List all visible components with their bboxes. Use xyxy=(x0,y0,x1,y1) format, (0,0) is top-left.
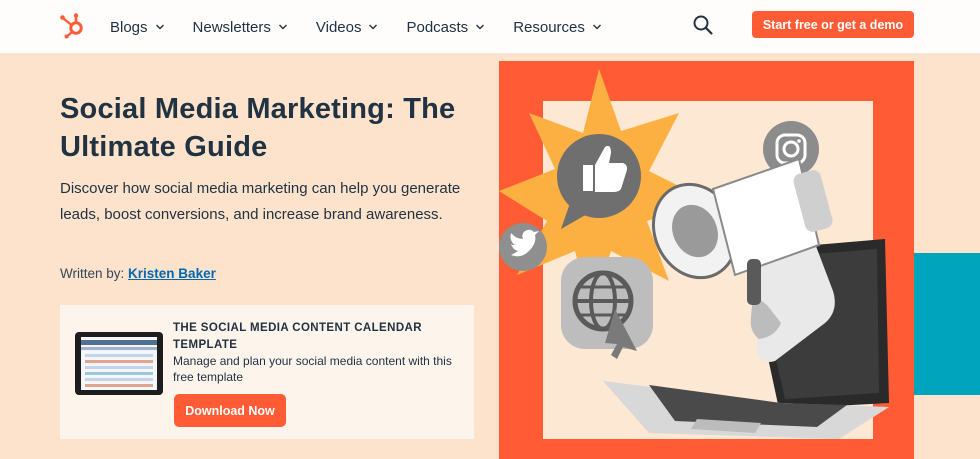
nav-item-videos[interactable]: Videos xyxy=(316,19,379,36)
decorative-strip xyxy=(914,253,980,395)
nav-item-label: Podcasts xyxy=(406,18,469,36)
page-description: Discover how social media marketing can … xyxy=(60,180,461,223)
hero-illustration xyxy=(499,61,914,459)
hubspot-logo-icon[interactable] xyxy=(58,11,86,39)
chevron-down-icon xyxy=(592,24,601,30)
nav-item-blogs[interactable]: Blogs xyxy=(110,19,165,36)
search-icon[interactable] xyxy=(692,14,714,36)
nav-item-resources[interactable]: Resources xyxy=(513,19,602,36)
chevron-down-icon xyxy=(278,24,287,30)
nav-item-label: Newsletters xyxy=(192,18,271,36)
nav-item-newsletters[interactable]: Newsletters xyxy=(193,19,288,36)
offer-card: THE SOCIAL MEDIA CONTENT CALENDAR TEMPLA… xyxy=(60,305,474,439)
byline-prefix: Written by: xyxy=(60,266,125,281)
download-now-button[interactable]: Download Now xyxy=(174,394,286,427)
nav-item-label: Videos xyxy=(315,18,362,36)
byline: Written by: Kristen Baker xyxy=(60,266,216,281)
nav-item-label: Blogs xyxy=(110,18,148,36)
chevron-down-icon xyxy=(155,24,164,30)
chevron-down-icon xyxy=(369,24,378,30)
page-title: Social Media Marketing: The Ultimate Gui… xyxy=(60,93,456,163)
offer-description: Manage and plan your social media conten… xyxy=(173,354,452,384)
nav-item-label: Resources xyxy=(513,18,585,36)
offer-title: THE SOCIAL MEDIA CONTENT CALENDAR TEMPLA… xyxy=(173,322,422,351)
nav-item-podcasts[interactable]: Podcasts xyxy=(406,19,485,36)
top-navigation: Blogs Newsletters Videos Podcasts Resour… xyxy=(0,0,980,54)
author-link[interactable]: Kristen Baker xyxy=(128,266,216,281)
nav-menu: Blogs Newsletters Videos Podcasts Resour… xyxy=(110,0,630,54)
globe-cursor-icon xyxy=(561,257,653,359)
twitter-icon xyxy=(499,223,547,271)
template-thumbnail xyxy=(75,332,163,395)
chevron-down-icon xyxy=(476,24,485,30)
start-free-demo-button[interactable]: Start free or get a demo xyxy=(752,11,914,38)
